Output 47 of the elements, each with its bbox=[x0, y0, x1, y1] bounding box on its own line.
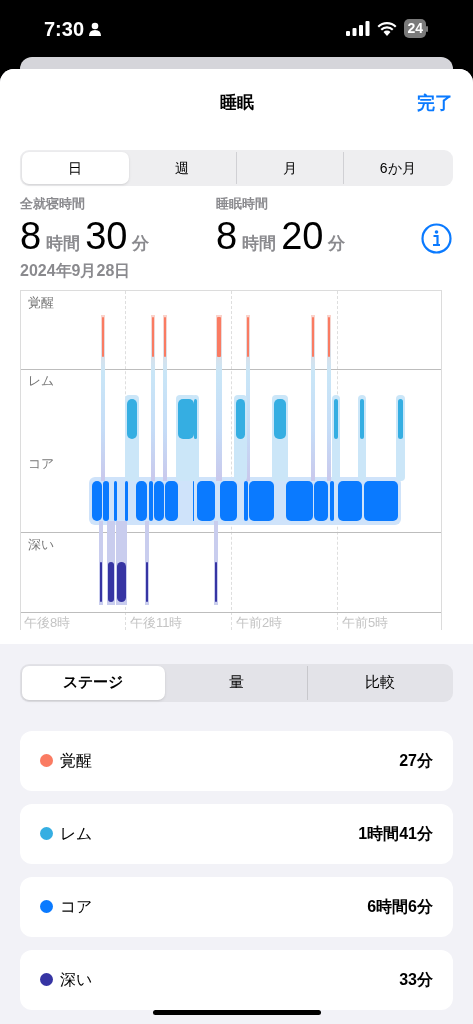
period-tab[interactable]: 週 bbox=[128, 152, 236, 184]
time-axis-label: 午前2時 bbox=[236, 613, 283, 632]
status-time: 7:30 bbox=[44, 16, 85, 42]
period-tab[interactable]: 月 bbox=[235, 152, 344, 184]
stage-label: コア bbox=[28, 454, 54, 473]
view-tab[interactable]: ステージ bbox=[22, 665, 165, 700]
hours-unit: 時間 bbox=[242, 232, 277, 255]
stage-name: コア bbox=[60, 896, 92, 917]
stage-duration: 33分 bbox=[399, 969, 433, 990]
stage-card[interactable]: レム 1時間41分 bbox=[20, 803, 453, 864]
period-tab[interactable]: 6か月 bbox=[343, 152, 451, 184]
time-axis-label: 午前5時 bbox=[342, 613, 389, 632]
stage-label: 深い bbox=[28, 535, 54, 554]
date-label: 2024年9月28日 bbox=[20, 260, 132, 281]
summary-label: 睡眠時間 bbox=[216, 195, 269, 213]
minutes-value: 30 bbox=[85, 213, 128, 258]
person-icon bbox=[88, 21, 103, 36]
stage-duration: 27分 bbox=[399, 750, 433, 771]
view-tab[interactable]: 比較 bbox=[307, 665, 451, 700]
stage-name: 覚醒 bbox=[60, 750, 92, 771]
hours-value: 8 bbox=[216, 213, 238, 258]
stage-card[interactable]: 覚醒 27分 bbox=[20, 730, 453, 791]
battery-cap-icon bbox=[426, 25, 429, 32]
period-tab[interactable]: 日 bbox=[22, 152, 129, 184]
summary-label: 全就寝時間 bbox=[20, 195, 86, 213]
hours-value: 8 bbox=[20, 213, 42, 258]
done-button[interactable]: 完了 bbox=[417, 89, 453, 117]
stage-card[interactable]: コア 6時間6分 bbox=[20, 876, 453, 937]
stage-duration: 1時間41分 bbox=[358, 823, 433, 844]
minutes-unit: 分 bbox=[328, 232, 346, 255]
time-axis-label: 午後11時 bbox=[130, 613, 183, 632]
stage-name: 深い bbox=[60, 969, 92, 990]
signal-icon bbox=[346, 21, 371, 36]
minutes-unit: 分 bbox=[132, 232, 150, 255]
screen-title: 睡眠 bbox=[219, 92, 254, 115]
time-axis-label: 午後8時 bbox=[24, 613, 71, 632]
stage-name: レム bbox=[60, 823, 92, 844]
wifi-icon bbox=[377, 21, 398, 36]
stage-label: 覚醒 bbox=[28, 293, 54, 312]
hours-unit: 時間 bbox=[46, 232, 81, 255]
info-icon[interactable] bbox=[421, 223, 452, 254]
stage-label: レム bbox=[28, 371, 54, 390]
stage-card[interactable]: 深い 33分 bbox=[20, 949, 453, 1010]
view-tab[interactable]: 量 bbox=[164, 665, 308, 700]
stage-duration: 6時間6分 bbox=[367, 896, 433, 917]
battery-indicator: 24 bbox=[404, 19, 426, 38]
minutes-value: 20 bbox=[281, 213, 324, 258]
